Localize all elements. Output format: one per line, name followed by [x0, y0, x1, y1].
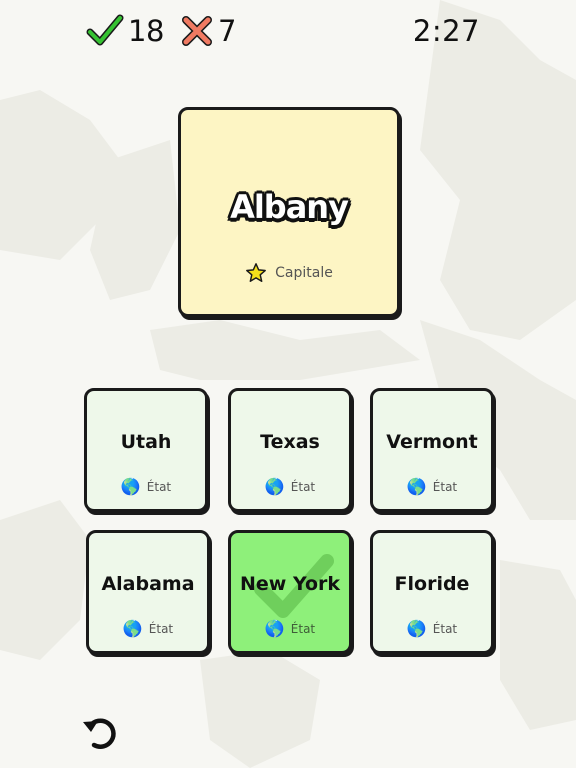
answer-type: 🌎 État: [231, 479, 349, 495]
question-category: Capitale: [181, 262, 397, 284]
correct-score: 18: [86, 14, 164, 48]
answer-card-texas[interactable]: Texas 🌎 État: [228, 388, 352, 512]
answer-type-label: État: [432, 622, 458, 636]
undo-button[interactable]: [80, 712, 122, 754]
answer-card-floride[interactable]: Floride 🌎 État: [370, 530, 494, 654]
question-title: Albany: [230, 188, 349, 226]
correct-count: 18: [128, 14, 164, 48]
globe-icon: 🌎: [406, 477, 427, 496]
answer-type: 🌎 État: [89, 621, 207, 637]
answer-type: 🌎 État: [231, 621, 349, 637]
globe-icon: 🌎: [264, 477, 285, 496]
answer-type: 🌎 État: [373, 479, 491, 495]
answer-type: 🌎 État: [373, 621, 491, 637]
answer-name: Texas: [260, 431, 320, 453]
answer-card-new-york[interactable]: New York 🌎 État: [228, 530, 352, 654]
answer-type-label: État: [290, 622, 316, 636]
answer-type-label: État: [148, 622, 174, 636]
answer-name: New York: [239, 573, 341, 595]
globe-icon: 🌎: [120, 477, 141, 496]
star-icon: [246, 263, 267, 282]
answer-name: Utah: [120, 431, 172, 453]
question-card: Albany Capitale: [178, 107, 400, 317]
globe-icon: 🌎: [264, 619, 285, 638]
globe-icon: 🌎: [406, 619, 427, 638]
timer: 2:27: [412, 14, 480, 48]
answer-card-utah[interactable]: Utah 🌎 État: [84, 388, 208, 512]
answer-type-label: État: [432, 480, 458, 494]
answer-card-vermont[interactable]: Vermont 🌎 État: [370, 388, 494, 512]
answer-card-alabama[interactable]: Alabama 🌎 État: [86, 530, 210, 654]
answer-name: Floride: [394, 573, 470, 595]
wrong-score: 7: [180, 14, 236, 48]
answer-name: Vermont: [386, 431, 478, 453]
answer-type: 🌎 État: [87, 479, 205, 495]
undo-icon: [83, 718, 116, 749]
globe-icon: 🌎: [122, 619, 143, 638]
answer-name: Alabama: [101, 573, 195, 595]
answer-type-label: État: [146, 480, 172, 494]
cross-icon: [182, 16, 212, 46]
check-icon: [86, 14, 124, 46]
question-category-label: Capitale: [275, 265, 333, 281]
wrong-count: 7: [218, 14, 236, 48]
answer-type-label: État: [290, 480, 316, 494]
